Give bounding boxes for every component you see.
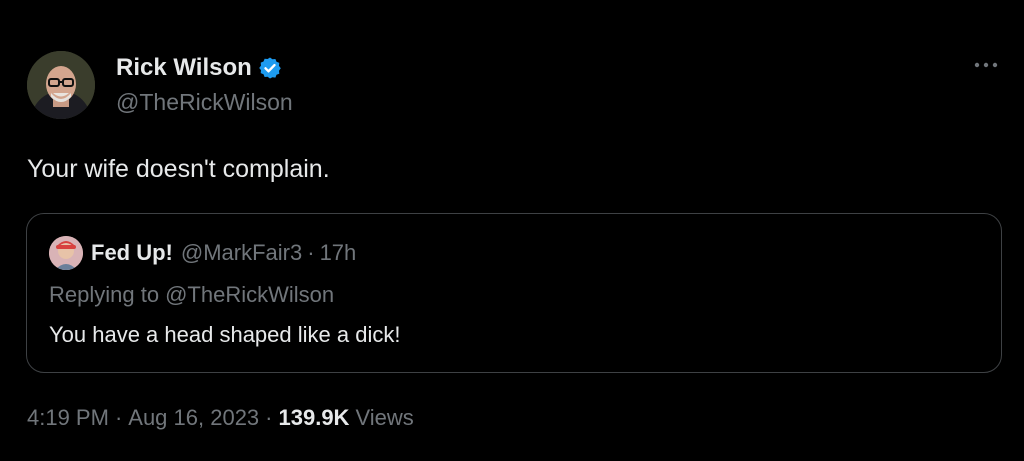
quoted-avatar-icon [49,236,83,270]
avatar-photo-icon [27,51,95,119]
quoted-replying-to: Replying to @TheRickWilson [49,282,334,308]
quoted-tweet[interactable]: Fed Up! @MarkFair3 · 17h Replying to @The… [26,213,1002,373]
quoted-timestamp[interactable]: 17h [320,240,357,266]
quoted-separator: · [307,240,315,265]
verified-badge-icon [259,57,281,79]
quoted-author-name[interactable]: Fed Up! [91,240,173,266]
tweet-time[interactable]: 4:19 PM [27,405,109,431]
quoted-author-handle[interactable]: @MarkFair3 [181,240,302,266]
views-label[interactable]: Views [355,405,413,431]
author-avatar[interactable] [27,51,95,119]
tweet-meta: 4:19 PM · Aug 16, 2023 · 139.9K Views [27,405,414,431]
tweet-card: Rick Wilson @TheRickWilson Your wife doe… [0,0,1024,461]
more-options-icon[interactable] [972,55,1000,75]
meta-separator: · [114,405,123,430]
meta-separator-2: · [265,405,273,430]
author-display-name[interactable]: Rick Wilson [116,54,252,82]
author-handle[interactable]: @TheRickWilson [116,89,293,116]
tweet-date[interactable]: Aug 16, 2023 [128,405,259,431]
tweet-text: Your wife doesn't complain. [27,155,330,183]
author-info: Rick Wilson @TheRickWilson [116,53,293,116]
quoted-tweet-header: Fed Up! @MarkFair3 · 17h [49,236,356,270]
replying-handle[interactable]: @TheRickWilson [165,282,334,307]
author-name-row: Rick Wilson [116,53,293,83]
views-count[interactable]: 139.9K [279,405,350,431]
quoted-author-avatar[interactable] [49,236,83,270]
replying-label: Replying to [49,282,160,307]
quoted-tweet-text: You have a head shaped like a dick! [49,322,401,347]
